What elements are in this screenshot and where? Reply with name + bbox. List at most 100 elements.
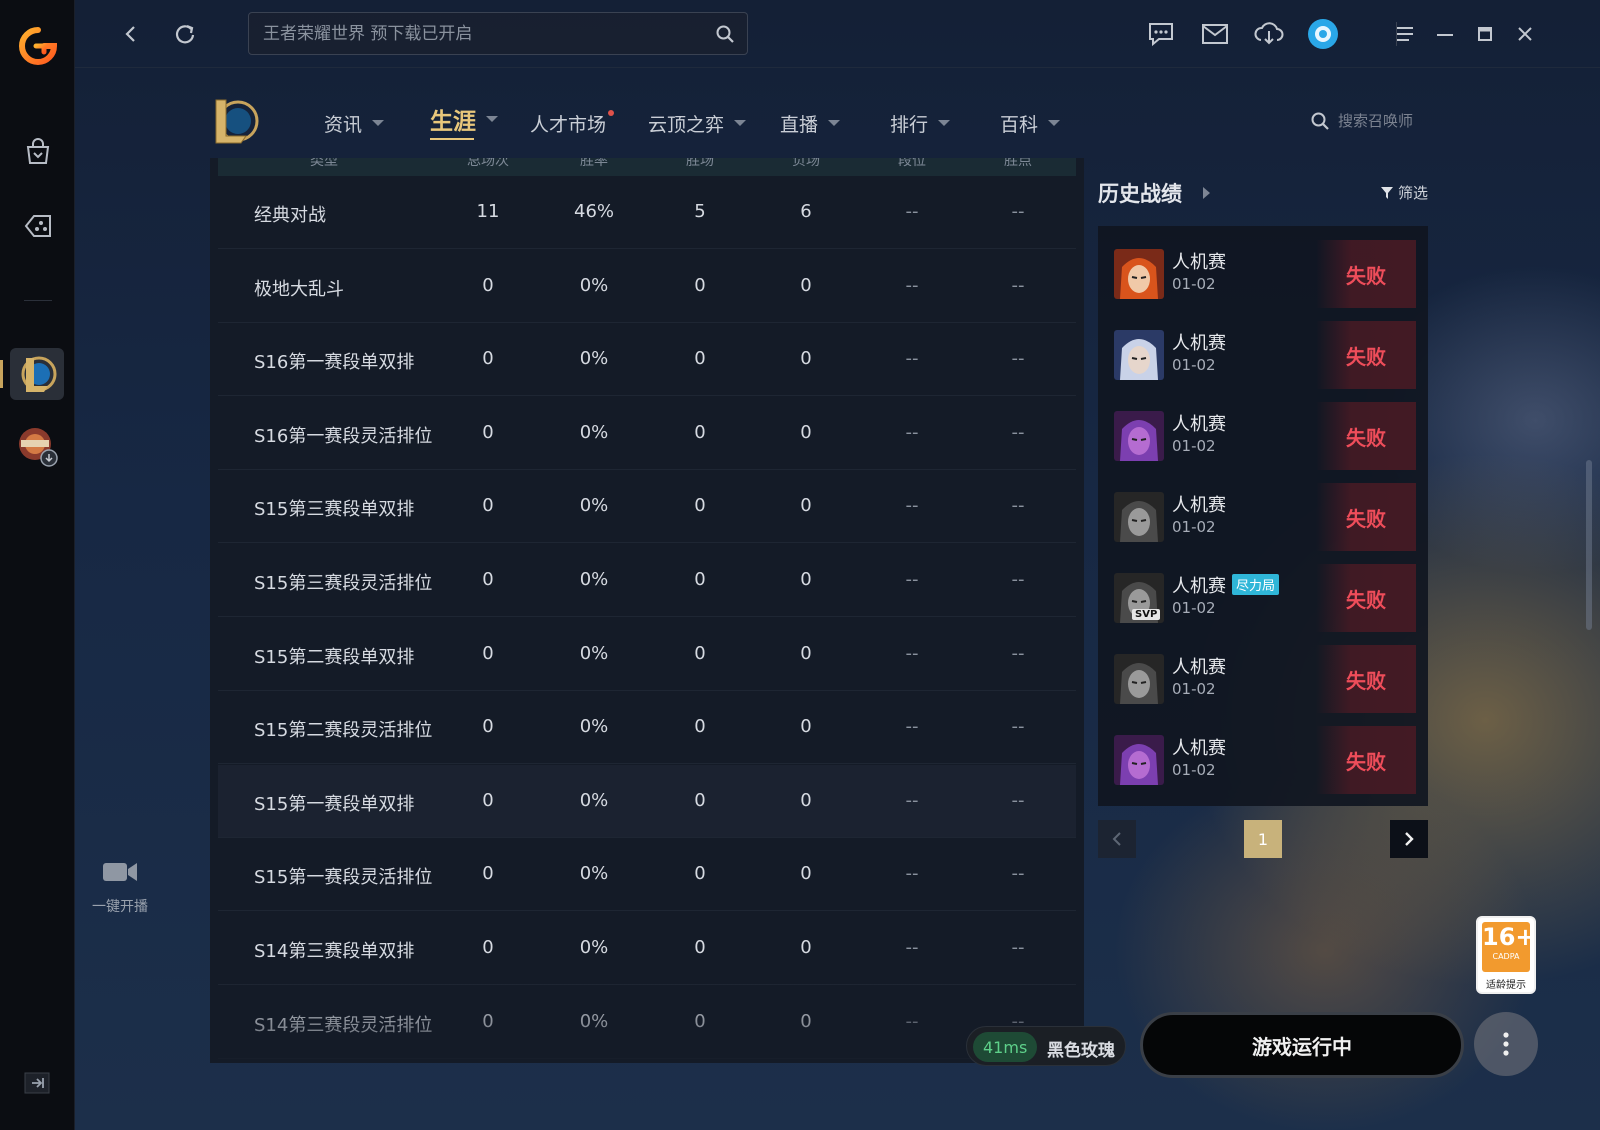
nav-tab-talent-market[interactable]: 人才市场 xyxy=(530,108,615,138)
chevron-right-icon[interactable] xyxy=(1203,187,1210,199)
match-item[interactable]: 人机赛 01-02 失败 xyxy=(1114,481,1416,551)
download-icon[interactable] xyxy=(1253,18,1285,50)
match-item[interactable]: SVP 人机赛 尽力局 01-02 失败 xyxy=(1114,562,1416,632)
cell-wins: 5 xyxy=(694,201,706,222)
cell-losses: 0 xyxy=(800,863,812,885)
header-wins: 胜场 xyxy=(686,158,714,169)
app-logo-icon[interactable] xyxy=(18,26,58,66)
filter-label: 筛选 xyxy=(1398,184,1429,202)
age-rating-org: CADPA xyxy=(1492,952,1520,961)
match-mode-label: 人机赛 xyxy=(1172,657,1226,678)
menu-icon[interactable] xyxy=(1389,18,1421,50)
nav-tab-news[interactable]: 资讯 xyxy=(324,108,385,138)
table-row: S15第一赛段灵活排位 0 0% 0 0 -- -- xyxy=(218,838,1076,912)
global-search[interactable] xyxy=(248,12,748,55)
match-result: 失败 xyxy=(1316,321,1416,389)
cell-tier: -- xyxy=(905,937,919,958)
one-click-live-label: 一键开播 xyxy=(92,899,148,915)
cell-lp: -- xyxy=(1011,937,1025,958)
refresh-icon[interactable] xyxy=(169,18,201,50)
page-scrollbar[interactable] xyxy=(1586,460,1592,630)
nav-tab-live[interactable]: 直播 xyxy=(780,108,841,138)
cell-type: S15第一赛段单双排 xyxy=(254,793,415,815)
cell-winrate: 0% xyxy=(579,863,609,885)
gamepad-tag-icon[interactable] xyxy=(18,206,58,246)
ping-badge: 41ms xyxy=(973,1032,1038,1062)
cell-type: 经典对战 xyxy=(254,205,326,226)
cell-wins: 0 xyxy=(694,569,706,590)
cell-total: 0 xyxy=(482,642,494,664)
history-title[interactable]: 历史战绩 xyxy=(1098,178,1182,208)
summoner-search[interactable]: 搜索召唤师 xyxy=(1310,110,1413,131)
match-item[interactable]: 人机赛 01-02 失败 xyxy=(1114,400,1416,470)
collapse-rail-icon[interactable] xyxy=(24,1072,50,1094)
table-header: 类型 总场次 胜率 胜场 负场 段位 胜点 xyxy=(218,158,1076,176)
global-search-input[interactable] xyxy=(263,21,693,47)
rail-divider xyxy=(24,300,52,301)
cell-winrate: 0% xyxy=(579,421,609,443)
champion-portrait xyxy=(1114,249,1164,299)
cell-lp: -- xyxy=(1011,348,1025,370)
one-click-live[interactable]: 一键开播 xyxy=(84,858,156,928)
game-running-button[interactable]: 游戏运行中 xyxy=(1140,1012,1464,1078)
match-item[interactable]: 人机赛 01-02 失败 xyxy=(1114,319,1416,389)
cell-wins: 0 xyxy=(694,642,706,664)
cell-wins: 0 xyxy=(694,789,706,811)
header-total: 总场次 xyxy=(467,158,509,169)
nav-tab-wiki[interactable]: 百科 xyxy=(1000,108,1061,138)
match-item[interactable]: 人机赛 01-02 失败 xyxy=(1114,724,1416,794)
cell-losses: 0 xyxy=(800,348,812,370)
cell-lp: -- xyxy=(1011,421,1025,443)
close-icon[interactable] xyxy=(1509,18,1541,50)
cell-type: 极地大乱斗 xyxy=(254,278,344,300)
user-avatar[interactable] xyxy=(1307,18,1339,50)
cell-type: S16第一赛段单双排 xyxy=(254,352,415,374)
cell-tier: -- xyxy=(905,789,919,811)
match-mode: 人机赛 xyxy=(1172,329,1226,355)
cell-winrate: 0% xyxy=(579,348,609,370)
match-result: 失败 xyxy=(1316,483,1416,551)
history-pager: 1 xyxy=(1098,820,1428,858)
match-result: 失败 xyxy=(1316,726,1416,794)
rail-game-lol[interactable] xyxy=(0,348,64,400)
table-row: S15第三赛段单双排 0 0% 0 0 -- -- xyxy=(218,470,1076,544)
filter-button[interactable]: 筛选 xyxy=(1380,182,1428,203)
table-row: S14第三赛段灵活排位 0 0% 0 0 -- -- xyxy=(218,986,1076,1059)
lol-logo-icon[interactable] xyxy=(210,94,260,146)
table-row: 极地大乱斗 0 0% 0 0 -- -- xyxy=(218,250,1076,323)
match-date: 01-02 xyxy=(1172,680,1216,698)
match-date: 01-02 xyxy=(1172,437,1216,455)
chat-icon[interactable] xyxy=(1145,18,1177,50)
server-status[interactable]: 41ms 黑色玫瑰 xyxy=(966,1026,1126,1066)
more-options-button[interactable] xyxy=(1474,1012,1538,1076)
minimize-icon[interactable] xyxy=(1429,18,1461,50)
match-item[interactable]: 人机赛 01-02 失败 xyxy=(1114,238,1416,308)
maximize-icon[interactable] xyxy=(1469,18,1501,50)
chevron-down-icon xyxy=(372,120,385,126)
cell-type: S15第一赛段灵活排位 xyxy=(254,867,433,889)
cell-wins: 0 xyxy=(694,421,706,443)
match-mode: 人机赛 xyxy=(1172,734,1226,760)
left-rail xyxy=(0,0,75,1130)
rail-game-second-icon[interactable] xyxy=(15,424,61,470)
cell-losses: 0 xyxy=(800,937,812,958)
nav-tab-career[interactable]: 生涯 xyxy=(430,104,498,140)
next-page-button[interactable] xyxy=(1390,820,1428,858)
search-icon[interactable] xyxy=(715,24,735,48)
cell-total: 0 xyxy=(482,1010,494,1032)
page-number[interactable]: 1 xyxy=(1244,820,1282,858)
mail-icon[interactable] xyxy=(1199,18,1231,50)
cell-tier: -- xyxy=(905,348,919,370)
cell-tier: -- xyxy=(905,495,919,517)
back-icon[interactable] xyxy=(115,18,147,50)
cell-wins: 0 xyxy=(694,937,706,958)
match-mode-label: 人机赛 xyxy=(1172,576,1226,597)
prev-page-button[interactable] xyxy=(1098,820,1136,858)
cell-lp: -- xyxy=(1011,716,1025,738)
nav-tab-tft[interactable]: 云顶之弈 xyxy=(648,108,747,138)
match-item[interactable]: 人机赛 01-02 失败 xyxy=(1114,643,1416,713)
table-row: S15第一赛段单双排 0 0% 0 0 -- -- xyxy=(218,764,1076,838)
notification-dot xyxy=(608,110,615,116)
nav-tab-rank[interactable]: 排行 xyxy=(890,108,951,138)
shop-bag-icon[interactable] xyxy=(18,132,58,172)
